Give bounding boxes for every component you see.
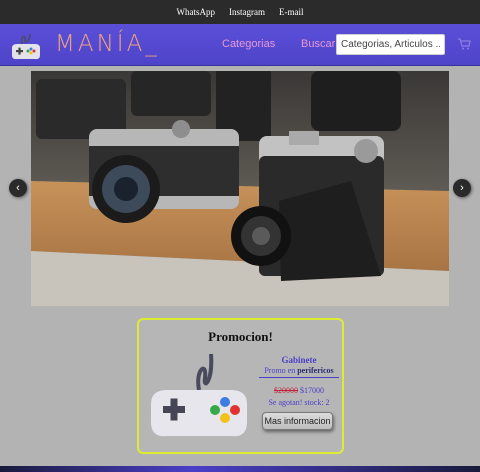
brand-logo[interactable]: MANÍA_ bbox=[55, 31, 160, 57]
product-name[interactable]: Gabinete bbox=[259, 355, 339, 365]
vintage-cameras-image bbox=[31, 71, 449, 306]
carousel-prev-button[interactable]: ‹ bbox=[9, 179, 27, 197]
social-topbar: WhatsApp Instagram E-mail bbox=[0, 0, 480, 24]
main-header: MANÍA_ Categorias Buscar bbox=[0, 24, 480, 66]
promo-title: Promocion! bbox=[208, 329, 273, 344]
gamepad-icon[interactable] bbox=[8, 30, 44, 62]
more-info-button[interactable]: Mas informacion bbox=[262, 412, 333, 430]
price-line: $20000 $17000 bbox=[259, 386, 339, 395]
email-link[interactable]: E-mail bbox=[279, 7, 304, 17]
promo-prefix: Promo en bbox=[264, 366, 296, 375]
new-price: $17000 bbox=[300, 386, 324, 395]
cart-icon[interactable] bbox=[457, 37, 471, 51]
nav-categorias[interactable]: Categorias bbox=[222, 38, 275, 50]
whatsapp-link[interactable]: WhatsApp bbox=[177, 7, 216, 17]
carousel-slide bbox=[31, 71, 449, 306]
search-input[interactable] bbox=[336, 34, 445, 55]
gamepad-icon bbox=[151, 353, 247, 437]
nav-buscar[interactable]: Buscar bbox=[301, 38, 335, 50]
instagram-link[interactable]: Instagram bbox=[229, 7, 265, 17]
stock-text: Se agotan! stock: 2 bbox=[268, 398, 330, 407]
old-price: $20000 bbox=[274, 386, 298, 395]
promo-category: perifericos bbox=[297, 366, 334, 375]
footer-strip bbox=[0, 466, 480, 472]
promo-category-line: Promo en perifericos bbox=[259, 366, 339, 378]
carousel-next-button[interactable]: › bbox=[453, 179, 471, 197]
promo-card: Promocion! Gabinete Promo en perifericos… bbox=[137, 318, 344, 454]
